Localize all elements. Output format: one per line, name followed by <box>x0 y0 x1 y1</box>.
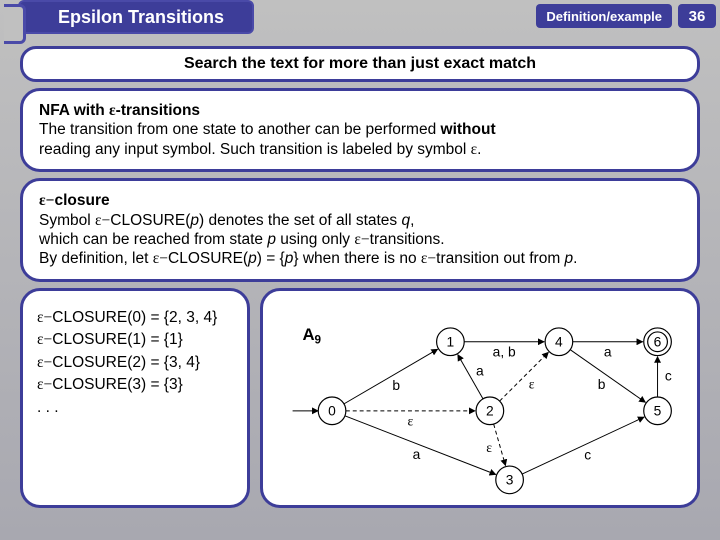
txt: CLOSURE( <box>110 212 190 229</box>
closure-examples-box: ε−CLOSURE(0) = {2, 3, 4} ε−CLOSURE(1) = … <box>20 288 250 508</box>
svg-text:2: 2 <box>486 403 494 418</box>
var: p <box>190 212 199 229</box>
subtitle-badge: Definition/example <box>536 4 672 28</box>
header: Epsilon Transitions Definition/example 3… <box>0 0 720 36</box>
svg-text:5: 5 <box>654 403 662 418</box>
var: p <box>565 250 574 267</box>
txt: CLOSURE(0) = {2, 3, 4} <box>52 309 217 326</box>
txt: ) denotes the set of all states <box>199 212 401 229</box>
nfa-body: The transition from one state to another… <box>39 120 681 159</box>
closure-item: ε−CLOSURE(0) = {2, 3, 4} <box>37 307 233 329</box>
state-node-4: 4 <box>545 328 573 356</box>
edge-label: a <box>476 363 484 378</box>
edge-label: b <box>392 377 400 392</box>
closure-body: Symbol ε−CLOSURE(p) denotes the set of a… <box>39 211 681 269</box>
txt: using only <box>276 231 354 248</box>
epsilon-symbol: ε <box>109 102 116 119</box>
page-number: 36 <box>689 8 706 25</box>
edge-label: c <box>665 368 672 383</box>
txt: NFA with <box>39 102 109 119</box>
state-node-6: 6 <box>644 328 672 356</box>
nfa-heading: NFA with ε-transitions <box>39 101 681 120</box>
bottom-row: ε−CLOSURE(0) = {2, 3, 4} ε−CLOSURE(1) = … <box>20 288 700 508</box>
epsilon-symbol: ε− <box>37 376 52 393</box>
txt: CLOSURE(3) = {3} <box>52 376 183 393</box>
txt: . <box>477 141 481 158</box>
epsilon-symbol: ε− <box>421 250 436 267</box>
title-notch <box>4 4 26 44</box>
search-banner: Search the text for more than just exact… <box>20 46 700 82</box>
var: q <box>401 212 410 229</box>
txt: } when there is no <box>293 250 421 267</box>
txt: closure <box>54 192 109 209</box>
txt: -transitions <box>116 102 200 119</box>
svg-text:4: 4 <box>555 334 563 349</box>
automaton-diagram: A9 b ε a a a, b ε ε c b a c 0 1 2 3 4 5 6 <box>260 288 700 508</box>
txt: which can be reached from state <box>39 231 267 248</box>
edge-label: c <box>584 447 591 462</box>
edge-0-1 <box>344 349 438 404</box>
txt: transition out from <box>436 250 564 267</box>
edge-2-3 <box>494 424 506 466</box>
txt: reading any input symbol. Such transitio… <box>39 141 471 158</box>
edge-label: a <box>604 344 612 359</box>
txt: , <box>410 212 414 229</box>
txt: transitions. <box>370 231 445 248</box>
epsilon-symbol: ε− <box>153 250 168 267</box>
definition-box-closure: ε−closure Symbol ε−CLOSURE(p) denotes th… <box>20 178 700 282</box>
state-node-1: 1 <box>437 328 465 356</box>
edge-3-5 <box>522 417 644 474</box>
epsilon-symbol: ε− <box>37 331 52 348</box>
state-node-5: 5 <box>644 397 672 425</box>
closure-item: ε−CLOSURE(1) = {1} <box>37 329 233 351</box>
definition-box-nfa: NFA with ε-transitions The transition fr… <box>20 88 700 172</box>
txt: Symbol <box>39 212 95 229</box>
automaton-svg: A9 b ε a a a, b ε ε c b a c 0 1 2 3 4 5 6 <box>263 291 697 505</box>
state-node-3: 3 <box>496 466 524 494</box>
epsilon-symbol: ε− <box>95 212 110 229</box>
subtitle-text: Definition/example <box>546 9 662 24</box>
closure-item: ε−CLOSURE(3) = {3} <box>37 374 233 396</box>
var: p <box>248 250 257 267</box>
automaton-label: A9 <box>302 324 321 346</box>
search-text: Search the text for more than just exact… <box>184 55 536 72</box>
state-node-0: 0 <box>318 397 346 425</box>
txt: CLOSURE(2) = {3, 4} <box>52 354 200 371</box>
page-number-badge: 36 <box>678 4 716 28</box>
epsilon-symbol: ε− <box>354 231 369 248</box>
slide-title: Epsilon Transitions <box>18 0 254 34</box>
edge-label: b <box>598 376 606 391</box>
title-text: Epsilon Transitions <box>58 7 224 28</box>
edge-label: a, b <box>493 344 516 359</box>
txt: CLOSURE(1) = {1} <box>52 331 183 348</box>
closure-ellipsis: . . . <box>37 397 233 419</box>
edge-label: ε <box>408 413 414 428</box>
svg-text:0: 0 <box>328 403 336 418</box>
var: p <box>267 231 276 248</box>
edge-0-3 <box>345 415 496 474</box>
txt: The transition from one state to another… <box>39 121 441 138</box>
txt: . <box>573 250 577 267</box>
txt: By definition, let <box>39 250 153 267</box>
epsilon-symbol: ε− <box>37 309 52 326</box>
closure-heading: ε−closure <box>39 191 681 210</box>
svg-text:3: 3 <box>506 472 514 487</box>
edge-label: a <box>413 447 421 462</box>
closure-item: ε−CLOSURE(2) = {3, 4} <box>37 352 233 374</box>
state-node-2: 2 <box>476 397 504 425</box>
txt: ) = { <box>257 250 285 267</box>
txt: without <box>441 121 496 138</box>
edge-label: ε <box>486 439 492 454</box>
epsilon-symbol: ε− <box>37 354 52 371</box>
svg-text:6: 6 <box>654 334 662 349</box>
epsilon-symbol: ε− <box>39 192 54 209</box>
svg-text:1: 1 <box>447 334 455 349</box>
txt: CLOSURE( <box>168 250 248 267</box>
edge-label: ε <box>529 376 535 391</box>
